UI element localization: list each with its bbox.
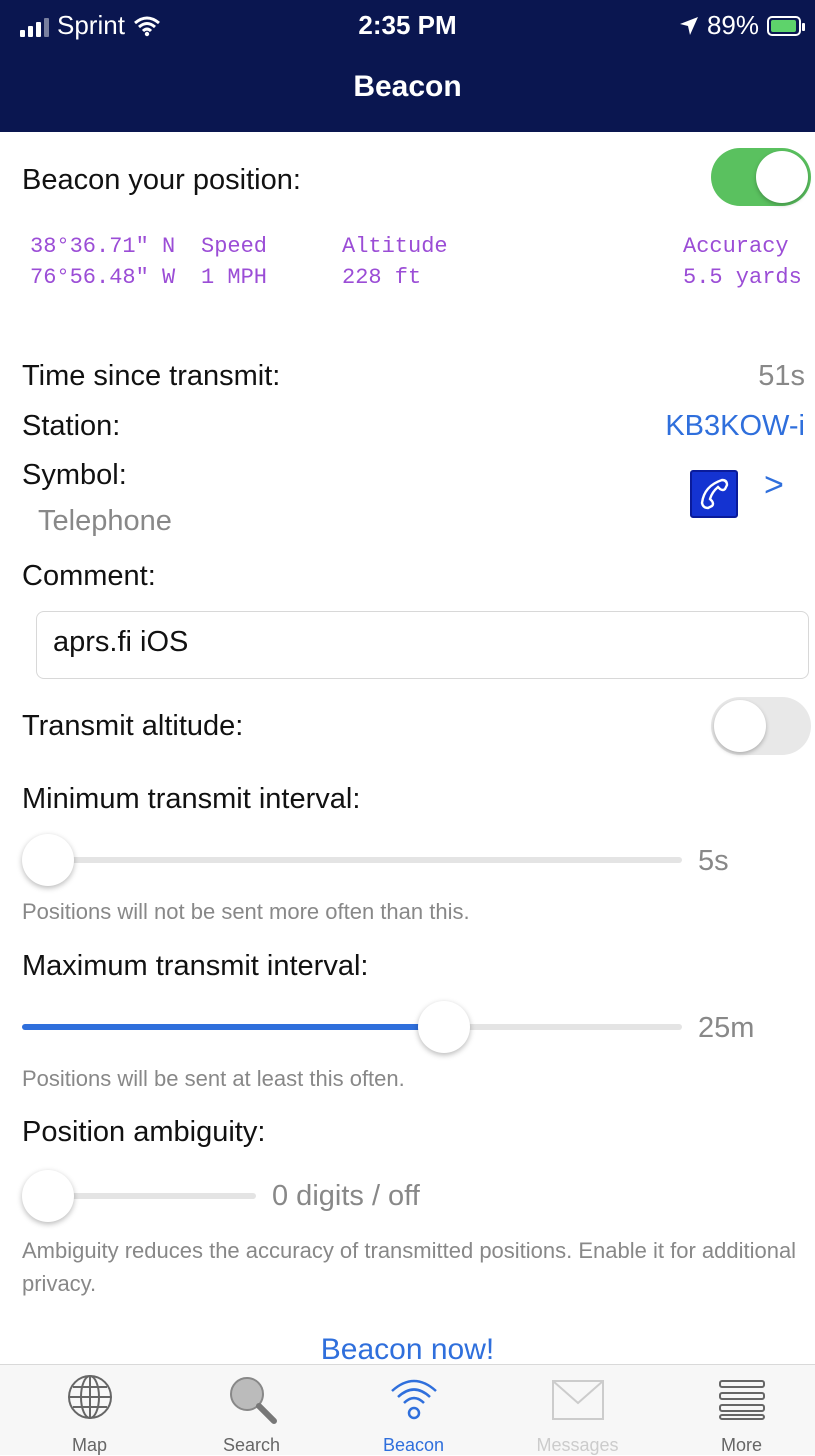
status-bar: Sprint 2:35 PM 89% [0,0,815,50]
beacon-position-label: Beacon your position: [22,164,301,196]
min-interval-hint: Positions will not be sent more often th… [22,899,470,924]
tab-map[interactable]: Map [8,1365,171,1455]
comment-input[interactable]: aprs.fi iOS [36,611,809,679]
tab-more-label: More [720,1435,762,1455]
beacon-position-toggle[interactable] [711,148,811,206]
min-interval-track[interactable] [22,857,682,863]
symbol-name: Telephone [38,505,172,537]
gps-longitude: 76°56.48" W [30,265,176,290]
tab-map-label: Map [71,1435,107,1455]
battery-percent: 89% [706,10,759,40]
tab-beacon[interactable]: Beacon [332,1365,495,1455]
location-arrow-icon [679,16,698,35]
comment-label: Comment: [22,560,156,592]
ambiguity-thumb[interactable] [22,1170,74,1222]
min-interval-thumb[interactable] [22,834,74,886]
max-interval-value: 25m [698,1012,755,1044]
max-interval-thumb[interactable] [418,1001,471,1053]
ambiguity-value: 0 digits / off [272,1180,420,1212]
telephone-symbol-icon[interactable] [690,470,738,518]
magnifier-icon [229,1377,277,1424]
tab-search[interactable]: Search [170,1365,333,1455]
max-interval-track[interactable] [22,1024,682,1030]
gps-latitude: 38°36.71" N [30,234,176,259]
ambiguity-label: Position ambiguity: [22,1116,266,1148]
time-since-transmit-label: Time since transmit: [22,360,281,392]
min-interval-label: Minimum transmit interval: [22,783,361,815]
symbol-chevron-button[interactable]: > [764,466,784,505]
transmit-altitude-toggle[interactable] [711,697,811,755]
battery-icon [767,15,805,36]
telephone-icon [700,478,729,510]
envelope-icon [551,1380,604,1420]
toggle-knob [714,700,766,752]
tab-bar: Map Search Beacon Messages More [0,1364,815,1455]
tab-messages[interactable]: Messages [496,1365,659,1455]
status-right: 89% [679,10,805,41]
min-interval-value: 5s [698,845,729,877]
tab-search-label: Search [222,1435,281,1455]
time-since-transmit-value: 51s [758,360,805,392]
toggle-knob [756,151,808,203]
ambiguity-hint: Ambiguity reduces the accuracy of transm… [22,1238,797,1296]
max-interval-label: Maximum transmit interval: [22,950,369,982]
wifi-beacon-icon [390,1379,437,1420]
tab-beacon-label: Beacon [382,1435,445,1455]
altitude-label: Altitude [342,234,448,259]
list-icon [718,1380,765,1420]
navigation-bar: Beacon [0,50,815,132]
transmit-altitude-label: Transmit altitude: [22,710,244,742]
station-value-link[interactable]: KB3KOW-i [665,410,805,443]
tab-more[interactable]: More [660,1365,815,1455]
beacon-now-button[interactable]: Beacon now! [0,1333,815,1367]
globe-icon [67,1375,112,1419]
altitude-value: 228 ft [342,265,422,290]
max-interval-hint: Positions will be sent at least this oft… [22,1066,405,1091]
accuracy-label: Accuracy [683,234,789,259]
max-interval-fill [22,1024,445,1030]
speed-value: 1 MPH [201,265,268,290]
symbol-label: Symbol: [22,459,127,491]
page-title: Beacon [353,70,462,103]
station-label: Station: [22,410,121,442]
speed-label: Speed [201,234,268,259]
tab-messages-label: Messages [536,1435,619,1455]
accuracy-value: 5.5 yards [683,265,802,290]
